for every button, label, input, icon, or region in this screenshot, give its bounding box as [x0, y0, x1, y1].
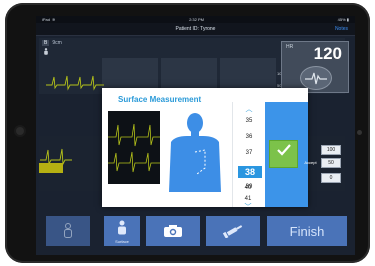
picker-option[interactable]: 36 [233, 134, 265, 140]
person-icon [64, 223, 72, 238]
picker-option[interactable]: 37 [233, 150, 265, 156]
status-bar: iPad ≋ 2:32 PM 45% ▮ [36, 16, 355, 23]
camera-button[interactable] [146, 216, 200, 246]
surface-button[interactable]: Surface [104, 216, 140, 246]
body-diagram [169, 113, 221, 192]
checkmark-icon [277, 144, 291, 156]
hr-label: HR [286, 44, 294, 50]
picker-option[interactable]: 40 [232, 185, 264, 191]
patient-tool-button[interactable] [46, 216, 90, 246]
picker-option[interactable]: 35 [233, 118, 265, 124]
status-battery: 45% ▮ [337, 17, 349, 22]
finish-label: Finish [289, 223, 325, 239]
patient-icon [44, 48, 48, 55]
surface-measurement-dialog: Surface Measurement ︿ 35 36 37 38 39 Acc… [102, 88, 317, 207]
page-title: Patient ID: Tyrone [175, 26, 216, 32]
pulse-icon [300, 66, 332, 90]
bed-indicator: B 9cm [42, 40, 62, 46]
ecg-thumbnail [108, 111, 160, 184]
app-screen: iPad ≋ 2:32 PM 45% ▮ Patient ID: Tyrone N… [36, 16, 355, 255]
finish-button[interactable]: Finish [267, 216, 347, 246]
value-box[interactable]: 0 [321, 173, 341, 183]
ipad-frame: iPad ≋ 2:32 PM 45% ▮ Patient ID: Tyrone N… [5, 3, 370, 263]
bed-badge: B [42, 40, 50, 46]
hr-value: 120 [313, 44, 342, 63]
accept-button[interactable]: Accept [269, 140, 317, 168]
value-box[interactable]: 100 [321, 145, 341, 155]
front-camera [16, 127, 24, 135]
status-carrier: iPad ≋ [42, 17, 56, 22]
ecg-waveform [46, 75, 104, 91]
picker-selected[interactable]: 38 [238, 166, 262, 178]
accept-label: Accept [304, 160, 317, 165]
injection-button[interactable] [206, 216, 260, 246]
value-box[interactable]: 50 [321, 158, 341, 168]
home-button[interactable] [357, 130, 362, 135]
accept-panel: Accept [265, 102, 317, 207]
chevron-up-icon[interactable]: ︿ [233, 104, 265, 114]
chevron-down-icon[interactable]: ﹀ [232, 202, 264, 212]
wifi-icon: ≋ [52, 17, 56, 22]
syringe-icon [222, 225, 243, 238]
navigation-bar: Patient ID: Tyrone Notes [36, 23, 355, 36]
status-time: 2:32 PM [189, 17, 204, 22]
notes-button[interactable]: Notes [335, 26, 348, 32]
surface-label: Surface [115, 239, 129, 244]
torso-icon [118, 220, 126, 235]
bed-label: 9cm [52, 40, 62, 46]
camera-icon [164, 225, 182, 237]
waveform-block [39, 163, 63, 173]
dialog-title: Surface Measurement [118, 95, 202, 104]
heart-rate-panel[interactable]: HR 120 [281, 41, 349, 93]
value-picker[interactable]: ︿ 35 36 37 38 39 [232, 102, 265, 207]
